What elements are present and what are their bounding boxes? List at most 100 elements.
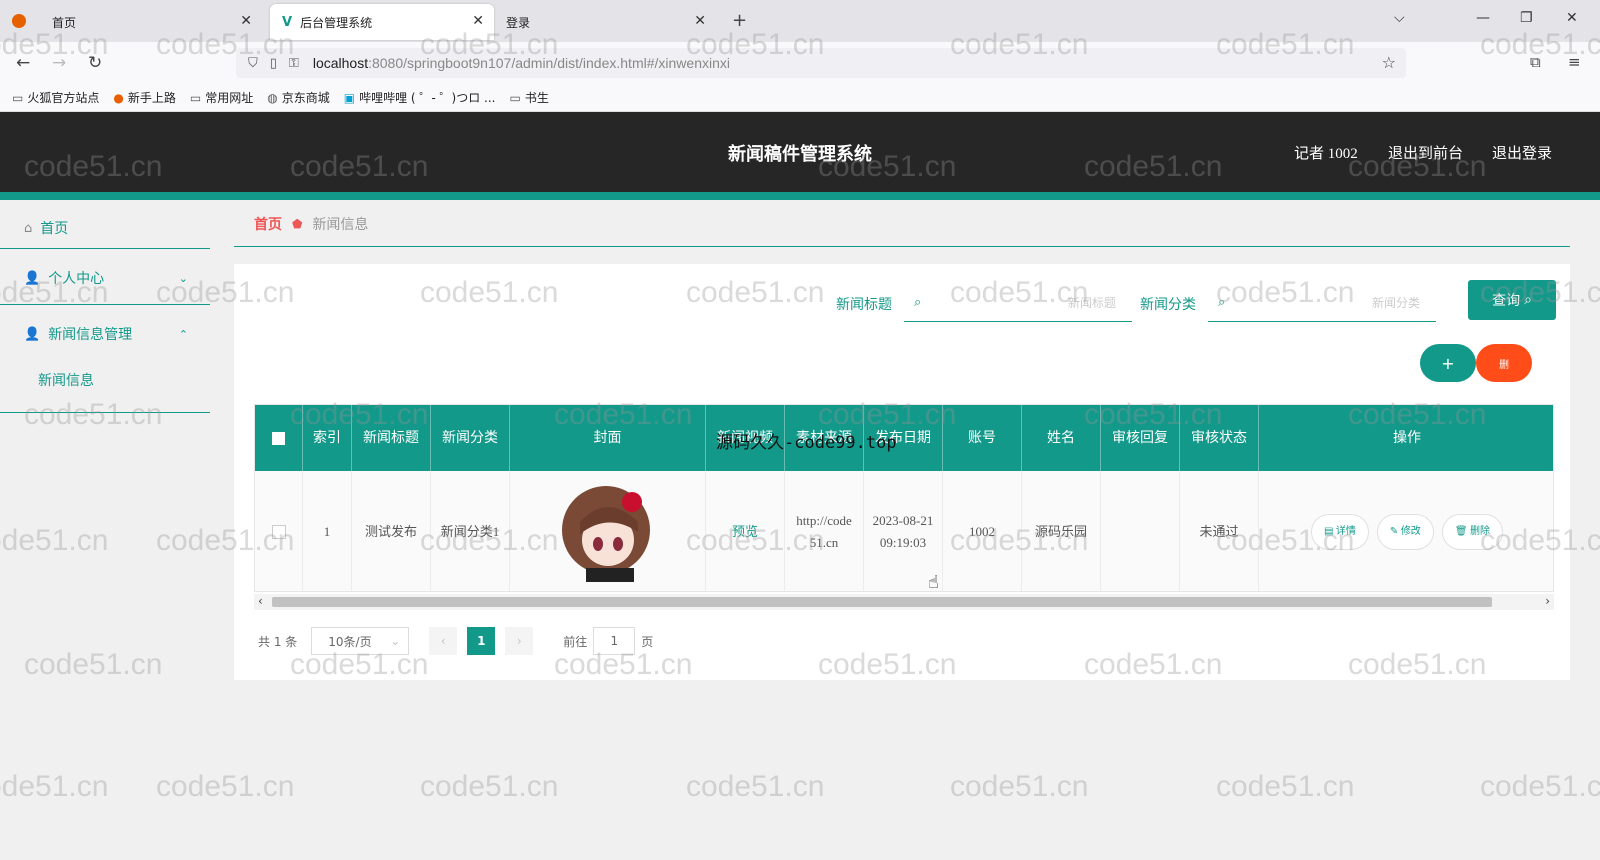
add-button[interactable]: + [1420,344,1476,382]
page-suffix: 页 [641,634,654,649]
bookmark-item[interactable]: ◍ 京东商城 [267,89,330,106]
search-title-input[interactable]: ⌕ 新闻标题 [904,284,1132,322]
select-all-cell [255,405,303,471]
batch-delete-button[interactable]: 删 [1476,344,1532,382]
column-header: 新闻标题 [352,405,431,471]
bookmark-item[interactable]: ● 新手上路 [113,89,176,106]
hand-cursor-icon: ☝ [928,572,939,593]
breadcrumb: 首页 ⬟ 新闻信息 [254,214,368,234]
close-tab-icon[interactable]: ✕ [472,13,484,29]
breadcrumb-separator-icon: ⬟ [292,217,303,231]
header-accent-bar [0,192,1600,200]
back-icon[interactable]: ← [16,53,30,73]
logout-link[interactable]: 退出登录 [1492,142,1552,163]
folder-icon: ▭ [509,90,521,105]
detail-button[interactable]: ▤ 详情 [1310,514,1369,550]
browser-nav-bar: ← → ↻ ⛉ ▯ ⚿ localhost:8080/springboot9n1… [0,42,1600,84]
search-category-input[interactable]: ⌕ 新闻分类 [1208,284,1436,322]
doc-icon: ▤ [1323,526,1336,537]
user-icon: 👤 [24,326,41,342]
search-category-label: 新闻分类 [1140,297,1196,313]
shield-icon: ⛉ [248,55,258,71]
bookmark-item[interactable]: ▭ 火狐官方站点 [12,89,99,106]
tab-list-icon[interactable]: ⌵ [1394,10,1405,26]
cell-status: 未通过 [1180,471,1259,591]
close-tab-icon[interactable]: ✕ [240,13,252,29]
tab-admin[interactable]: V 后台管理系统 ✕ [270,4,494,40]
home-icon: ⌂ [24,220,33,236]
edit-button[interactable]: ✎ 修改 [1376,514,1434,550]
browser-tab-bar: 首页 ✕ V 后台管理系统 ✕ 登录 ✕ + ⌵ — ❐ ✕ [0,0,1600,42]
bookmark-item[interactable]: ▭ 书生 [509,89,548,106]
column-header: 账号 [943,405,1022,471]
reload-icon[interactable]: ↻ [88,53,102,73]
scroll-left-icon[interactable]: ‹ [258,594,263,608]
scrollbar-thumb[interactable] [272,597,1492,607]
scroll-right-icon[interactable]: › [1545,594,1550,608]
tab-login[interactable]: 登录 ✕ [494,4,716,40]
chevron-down-icon: ⌄ [390,634,401,648]
cell-actions: ▤ 详情 ✎ 修改 🗑 删除 [1259,471,1553,591]
row-checkbox[interactable] [271,525,286,539]
breadcrumb-current: 新闻信息 [312,217,369,233]
goto-label: 前往 [563,634,588,649]
trash-icon: 🗑 [1454,526,1471,537]
sidebar-divider [0,304,210,305]
cell-cover [510,471,706,591]
breadcrumb-home[interactable]: 首页 [254,214,282,234]
folder-icon: ▭ [12,90,24,105]
close-tab-icon[interactable]: ✕ [694,13,706,29]
cell-video: 预览 [706,471,785,591]
bookmark-item[interactable]: ▭ 常用网址 [190,89,253,106]
column-header: 新闻分类 [431,405,510,471]
horizontal-scrollbar[interactable]: ‹ › [254,594,1554,610]
exit-to-front-link[interactable]: 退出到前台 [1388,142,1463,163]
cell-account: 1002 [943,471,1022,591]
delete-button[interactable]: 🗑 删除 [1441,514,1504,550]
cover-image[interactable] [560,482,656,582]
column-header: 封面 [510,405,706,471]
cell-category: 新闻分类1 [431,471,510,591]
sidebar-divider [0,412,210,413]
total-count: 共 1 条 [258,634,298,649]
globe-icon: ◍ [267,90,278,105]
sidebar-item-personal[interactable]: 👤 个人中心 ⌄ [0,250,210,306]
video-preview-link[interactable]: 预览 [732,521,758,543]
overlay-watermark-text: 源码久久-code99.top [716,433,897,453]
prev-page-button[interactable]: ‹ [429,627,458,655]
page-number[interactable]: 1 [467,627,496,655]
firefox-icon [12,14,26,28]
minimize-icon[interactable]: — [1476,10,1490,26]
cell-reply [1101,471,1180,591]
new-tab-icon[interactable]: + [732,10,747,31]
select-all-checkbox[interactable] [272,431,285,445]
next-page-button[interactable]: › [505,627,534,655]
goto-page-input[interactable]: 1 [593,627,636,655]
firefox-icon: ● [113,90,124,105]
bookmark-item[interactable]: ▣ 哔哩哔哩 ( ゜- ゜)つロ ... [344,89,496,106]
extensions-icon[interactable]: ⧉ [1530,53,1541,71]
folder-icon: ▭ [189,90,202,105]
maximize-icon[interactable]: ❐ [1520,10,1533,26]
url-text[interactable]: localhost:8080/springboot9n107/admin/dis… [313,55,730,71]
menu-icon[interactable]: ≡ [1568,53,1581,71]
page-icon: ▯ [269,55,277,71]
tab-home[interactable]: 首页 ✕ [40,4,262,40]
bookmark-star-icon[interactable]: ☆ [1382,53,1396,72]
forward-icon[interactable]: → [52,53,66,73]
sidebar: ⌂ 首页 👤 个人中心 ⌄ 👤 新闻信息管理 ⌃ 新闻信息 [0,200,210,860]
page-size-select[interactable]: 10条/页 ⌄ [311,627,410,655]
sidebar-item-news-info[interactable]: 新闻信息 [38,370,94,390]
search-title-label: 新闻标题 [836,297,892,313]
search-icon: ⌕ [914,295,922,310]
url-bar[interactable]: ⛉ ▯ ⚿ localhost:8080/springboot9n107/adm… [236,48,1406,78]
app-title: 新闻稿件管理系统 [728,144,872,164]
sidebar-item-news-mgmt[interactable]: 👤 新闻信息管理 ⌃ [0,306,210,362]
app-header: 新闻稿件管理系统 记者 1002 退出到前台 退出登录 [0,112,1600,200]
news-table: 索引 新闻标题 新闻分类 封面 新闻视频 素材来源 发布日期 账号 姓名 审核回… [254,404,1554,592]
close-window-icon[interactable]: ✕ [1566,10,1578,26]
query-button[interactable]: 查询 ⌕ [1468,280,1556,320]
current-user: 记者 1002 [1294,146,1358,162]
column-header: 姓名 [1022,405,1101,471]
sidebar-divider [0,248,210,249]
